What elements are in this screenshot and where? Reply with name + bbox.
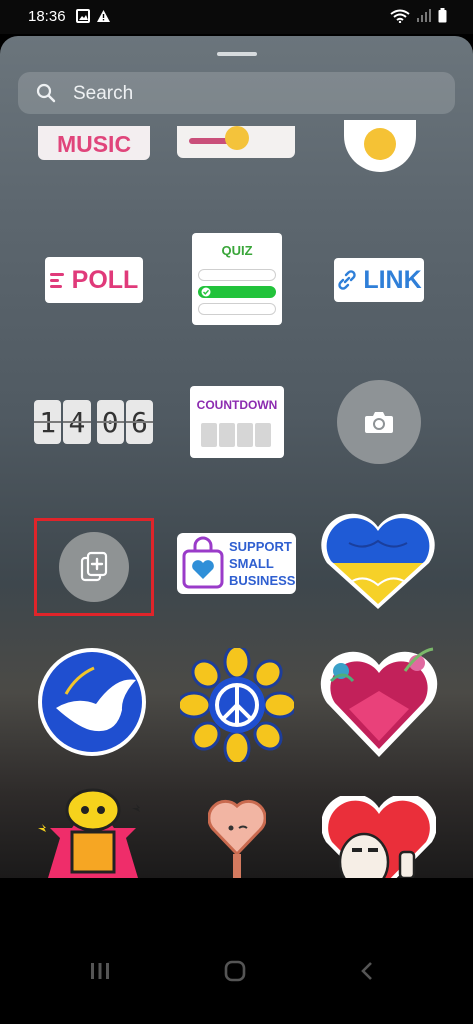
poll-icon <box>49 273 64 288</box>
signal-icon <box>417 8 431 22</box>
quiz-option <box>198 303 276 315</box>
home-icon[interactable] <box>224 960 246 982</box>
quiz-option-selected <box>198 286 276 298</box>
shopping-bag-heart-icon <box>182 536 224 589</box>
highlight-box <box>34 518 154 616</box>
camera-icon <box>365 412 393 433</box>
wifi-icon <box>390 9 410 23</box>
time-digit: 6 <box>125 400 154 444</box>
quiz-option <box>198 269 276 281</box>
support-small-business-sticker[interactable]: SUPPORT SMALL BUSINESS <box>177 533 296 594</box>
countdown-box <box>237 423 253 447</box>
countdown-box <box>201 423 217 447</box>
poll-sticker[interactable]: POLL <box>45 257 143 303</box>
floral-heart-sticker[interactable] <box>319 641 439 763</box>
countdown-box <box>255 423 271 447</box>
warning-icon <box>97 10 110 22</box>
ukraine-heart-sticker[interactable] <box>319 513 437 613</box>
search-bar[interactable]: Search <box>18 72 455 114</box>
quiz-sticker-label: QUIZ <box>221 243 253 258</box>
drag-handle[interactable] <box>217 52 257 56</box>
back-icon[interactable] <box>360 961 374 981</box>
camera-sticker-button[interactable] <box>337 380 421 464</box>
heart-eyes-emoji-icon <box>225 126 249 150</box>
sticker-tray: Search MUSIC POLL QUIZ LINK 1 4 0 6 COUN… <box>0 36 473 878</box>
link-icon <box>338 270 357 290</box>
gallery-notification-icon <box>76 9 90 23</box>
support-text-line: SUPPORT <box>229 539 292 554</box>
music-sticker[interactable]: MUSIC <box>38 126 150 160</box>
check-icon <box>201 287 211 297</box>
navigation-bar <box>0 878 473 1024</box>
time-digit: 0 <box>96 400 125 444</box>
status-bar: 18:36 <box>0 0 473 34</box>
mirror-selfie-sticker[interactable] <box>208 794 266 878</box>
music-sticker-label: MUSIC <box>56 131 132 157</box>
peeking-heart-sticker[interactable] <box>322 796 436 878</box>
support-text-line: BUSINESS <box>229 573 296 588</box>
countdown-sticker-label: COUNTDOWN <box>196 398 278 412</box>
link-sticker[interactable]: LINK <box>334 258 424 302</box>
emoji-sticker[interactable] <box>344 120 416 172</box>
time-digit: 4 <box>63 400 91 444</box>
battery-icon <box>438 8 447 23</box>
countdown-sticker[interactable]: COUNTDOWN <box>190 386 284 458</box>
emoji-slider-sticker[interactable] <box>177 126 295 158</box>
time-sticker[interactable]: 1 4 0 6 <box>34 400 154 444</box>
recents-icon[interactable] <box>90 962 110 980</box>
search-input[interactable]: Search <box>73 83 133 105</box>
totem-sticker[interactable] <box>38 788 148 878</box>
heart-eyes-emoji-icon <box>364 128 396 160</box>
search-icon <box>36 83 56 103</box>
countdown-box <box>219 423 235 447</box>
poll-sticker-label: POLL <box>71 265 139 294</box>
peace-dove-sticker[interactable] <box>36 646 148 758</box>
time-digit: 1 <box>34 400 62 444</box>
quiz-sticker[interactable]: QUIZ <box>192 233 282 325</box>
peace-sunflower-sticker[interactable] <box>180 648 294 762</box>
support-text-line: SMALL <box>229 556 274 571</box>
status-time: 18:36 <box>28 8 66 25</box>
slider-track <box>189 138 229 144</box>
link-sticker-label: LINK <box>363 265 422 294</box>
